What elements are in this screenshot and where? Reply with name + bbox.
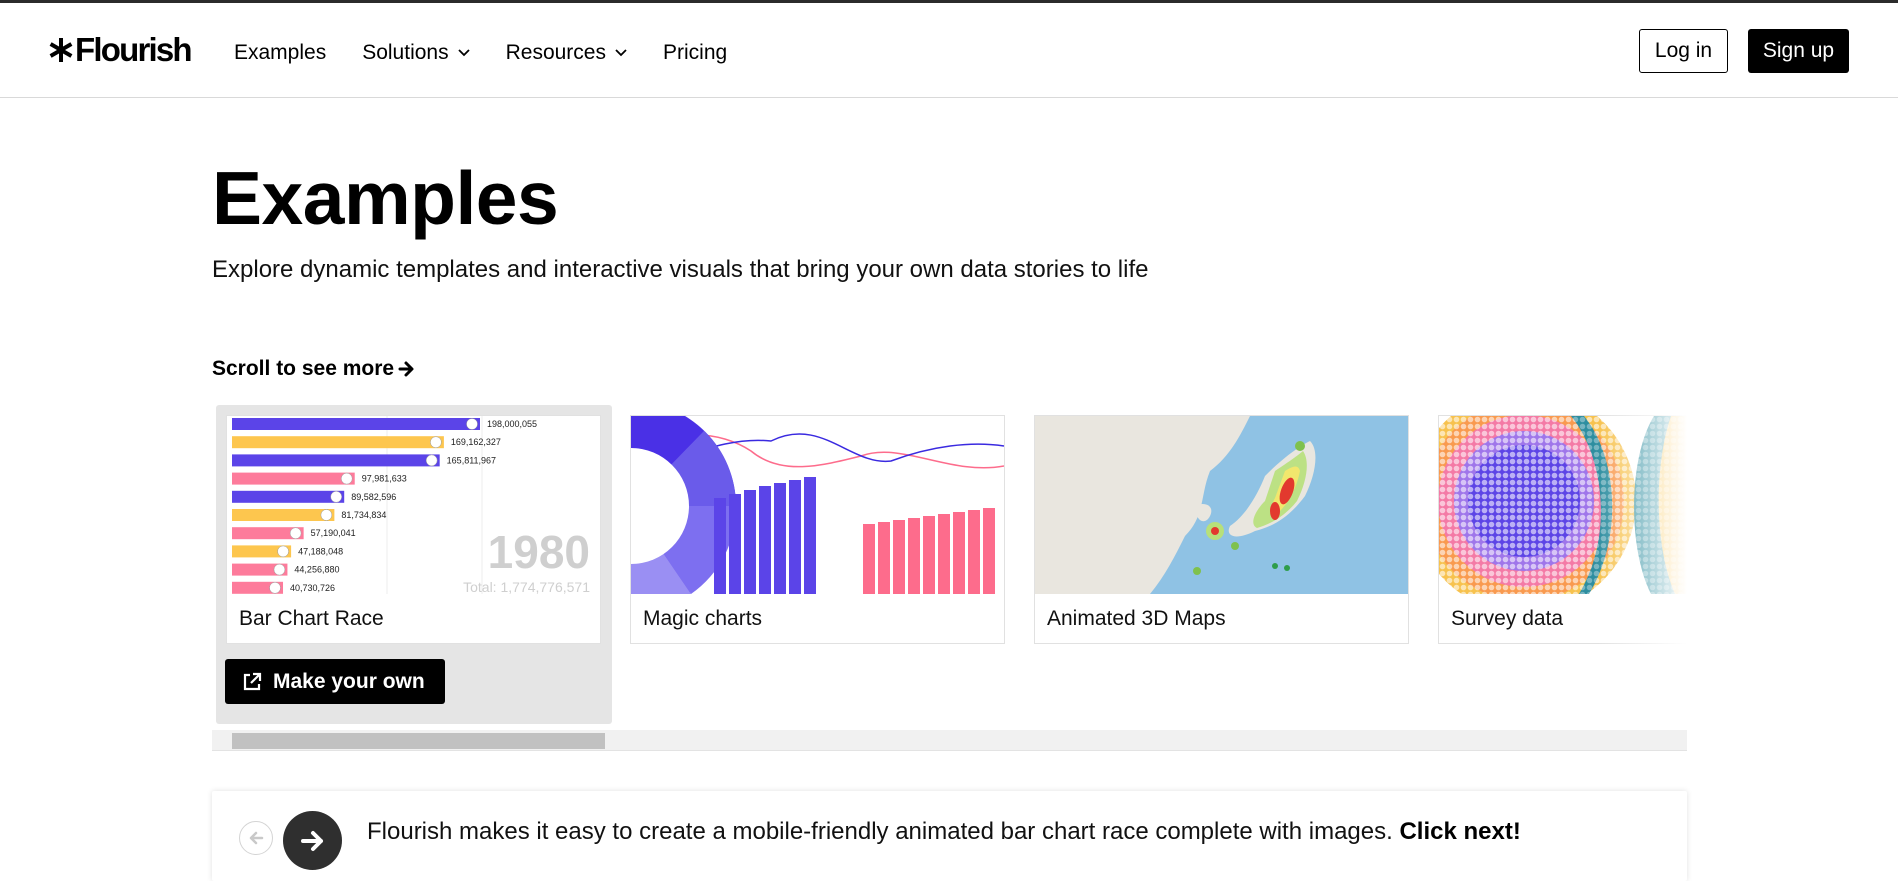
site-header: Flourish Examples Solutions Resources Pr… [0, 3, 1898, 98]
example-card-magic-charts[interactable]: Magic charts [630, 415, 1005, 644]
logo-text: Flourish [75, 31, 193, 68]
bar-race-bar [232, 509, 335, 521]
promo-description: Flourish makes it easy to create a mobil… [367, 818, 1393, 845]
nav-examples[interactable]: Examples [234, 41, 326, 65]
scrollbar-thumb[interactable] [232, 733, 605, 749]
bar-race-total: Total: 1,774,776,571 [463, 579, 590, 594]
arrow-right-icon [398, 361, 414, 377]
bar-race-bar [232, 454, 440, 467]
make-your-own-label: Make your own [273, 669, 425, 693]
nav-resources[interactable]: Resources [506, 41, 627, 65]
bar-race-bar [232, 490, 345, 503]
flag-icon [269, 582, 281, 594]
page-title: Examples [212, 156, 559, 240]
promo-text: Flourish makes it easy to create a mobil… [367, 818, 1521, 846]
bar-race-value: 169,162,327 [451, 437, 501, 447]
card-label: Magic charts [643, 607, 763, 630]
map-graphic [1035, 416, 1408, 594]
make-your-own-button[interactable]: Make your own [225, 659, 445, 704]
flag-icon [289, 527, 302, 539]
flag-icon [277, 545, 289, 558]
flag-icon [430, 436, 442, 448]
bar-race-bar [232, 418, 480, 430]
arrow-left-icon [249, 831, 264, 845]
carousel-scrollbar[interactable] [212, 730, 1687, 751]
next-button[interactable] [283, 811, 342, 870]
bar-race-chart: 1980 Total: 1,774,776,571 198,000,055 169… [232, 416, 590, 594]
flag-icon [330, 491, 342, 503]
nav-solutions[interactable]: Solutions [362, 41, 470, 65]
flag-icon [340, 472, 353, 485]
chevron-down-icon [457, 49, 470, 57]
nav-label: Pricing [662, 41, 728, 64]
asterisk-logo-icon [49, 38, 73, 62]
external-link-icon [243, 672, 262, 690]
main-nav: Examples Solutions Resources Pricing [234, 41, 763, 65]
bar-chart-race-thumbnail: 1980 Total: 1,774,776,571 198,000,055 169… [227, 416, 600, 594]
examples-carousel[interactable]: 1980 Total: 1,774,776,571 198,000,055 169… [212, 400, 1687, 752]
card-label: Animated 3D Maps [1047, 607, 1226, 630]
nav-label: Examples [234, 41, 327, 64]
magic-charts-thumbnail [631, 416, 1004, 594]
bar-race-value: 89,582,596 [351, 492, 396, 502]
magic-charts-graphic [631, 416, 1004, 594]
promo-banner: Flourish makes it easy to create a mobil… [212, 791, 1687, 881]
signup-button[interactable]: Sign up [1748, 29, 1849, 73]
bar-race-value: 44,256,880 [294, 565, 339, 575]
bar-race-value: 198,000,055 [487, 419, 537, 429]
nav-pricing[interactable]: Pricing [663, 41, 727, 65]
bar-race-bar [232, 472, 355, 485]
flag-icon [466, 418, 478, 430]
chevron-down-icon [615, 49, 627, 57]
nav-label: Resources [505, 41, 606, 64]
promo-cta: Click next! [1399, 818, 1521, 845]
arrow-right-icon [300, 830, 323, 851]
scroll-hint: Scroll to see more [212, 357, 416, 381]
bar-race-value: 40,730,726 [290, 583, 335, 593]
nav-label: Solutions [362, 41, 449, 64]
flag-icon [320, 509, 333, 521]
bar-race-value: 81,734,834 [341, 510, 386, 520]
example-card-animated-3d-maps[interactable]: Animated 3D Maps [1034, 415, 1409, 644]
flag-icon [425, 454, 438, 467]
flourish-logo[interactable]: Flourish [48, 31, 193, 69]
previous-button[interactable] [239, 821, 273, 855]
bar-race-value: 97,981,633 [362, 474, 407, 484]
bar-race-bar [232, 436, 444, 449]
scroll-hint-text: Scroll to see more [212, 357, 395, 380]
bar-race-value: 57,190,041 [311, 528, 356, 538]
heat-map-thumbnail [1035, 416, 1408, 594]
carousel-fade [1597, 400, 1687, 730]
page-subtitle: Explore dynamic templates and interactiv… [212, 256, 1149, 283]
bar-race-value: 47,188,048 [298, 546, 343, 556]
card-label: Bar Chart Race [239, 607, 384, 630]
flag-icon [273, 563, 286, 576]
login-button[interactable]: Log in [1639, 29, 1728, 73]
card-label: Survey data [1451, 607, 1564, 630]
bar-race-value: 165,811,967 [447, 455, 496, 465]
bar-race-year: 1980 [488, 526, 590, 578]
example-card-bar-chart-race[interactable]: 1980 Total: 1,774,776,571 198,000,055 169… [226, 415, 601, 644]
